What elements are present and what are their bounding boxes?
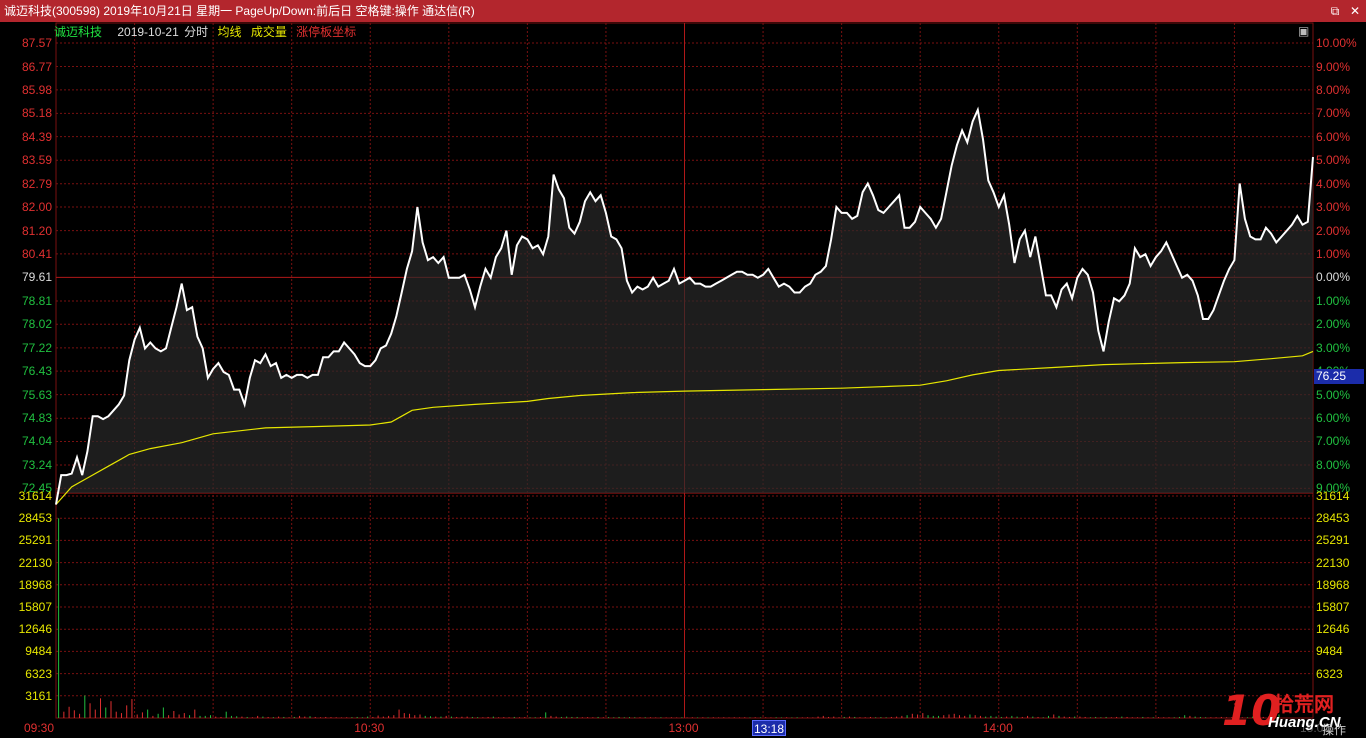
volume-tick-label: 28453 [18, 511, 52, 526]
percent-tick-label: 6.00% [1316, 411, 1351, 426]
chart-mode: 分时 [184, 25, 209, 39]
percent-tick-label: 10.00% [1316, 36, 1357, 50]
volume-tick-label-right: 12646 [1316, 622, 1350, 637]
volume-tick-label: 18968 [18, 577, 52, 592]
volume-tick-label-right: 25291 [1316, 533, 1350, 548]
volume-tick-label: 9484 [25, 644, 52, 659]
volume-tick-label: 12646 [18, 622, 52, 637]
price-tick-label: 74.83 [21, 411, 52, 426]
price-tick-label: 77.22 [21, 340, 52, 355]
ops-label[interactable]: 操作 [1322, 721, 1346, 738]
price-tick-label: 75.63 [21, 387, 52, 402]
volume-tick-label-right: 22130 [1316, 555, 1350, 570]
time-tick-label: 14:00 [982, 721, 1013, 735]
percent-tick-label: 1.00% [1316, 246, 1351, 261]
percent-tick-label: 8.00% [1316, 458, 1351, 473]
info-bar: 诚迈科技 2019-10-21 分时 均线 成交量 涨停板坐标 [54, 23, 362, 41]
percent-tick-label: 1.00% [1316, 293, 1351, 308]
price-tick-label: 83.59 [21, 153, 52, 168]
percent-tick-label: 6.00% [1316, 129, 1351, 144]
cursor-time-tag: 13:18 [752, 720, 786, 736]
volume-tick-label: 3161 [25, 688, 52, 703]
volume-tick-label: 6323 [25, 666, 52, 681]
volume-tick-label: 22130 [18, 555, 52, 570]
volume-tick-label: 25291 [18, 533, 52, 548]
percent-tick-label: 9.00% [1316, 59, 1351, 74]
price-tick-label: 87.57 [21, 36, 52, 50]
volume-tick-label-right: 18968 [1316, 577, 1350, 592]
cursor-price-tag: 76.25 [1314, 369, 1364, 385]
volume-tick-label-right: 6323 [1316, 666, 1343, 681]
price-tick-label: 86.77 [21, 59, 52, 74]
price-tick-label: 80.41 [21, 246, 52, 261]
time-tick-label: 09:30 [24, 721, 55, 735]
percent-tick-label: 5.00% [1316, 387, 1351, 402]
stock-name: 诚迈科技 [54, 25, 103, 39]
price-tick-label: 78.02 [21, 317, 52, 332]
percent-tick-label: 3.00% [1316, 200, 1351, 215]
price-tick-label: 85.98 [21, 82, 52, 97]
price-tick-label: 82.79 [21, 176, 52, 191]
price-tick-label: 84.39 [21, 129, 52, 144]
percent-tick-label: 0.00% [1316, 270, 1351, 285]
avg-line-label[interactable]: 均线 [217, 25, 241, 39]
price-tick-label: 76.43 [21, 364, 52, 379]
panel-toggle-icon[interactable]: ▣ [1298, 24, 1309, 38]
volume-tick-label-right: 28453 [1316, 511, 1350, 526]
percent-tick-label: 7.00% [1316, 106, 1351, 121]
price-tick-label: 79.61 [21, 270, 52, 285]
volume-label[interactable]: 成交量 [251, 25, 287, 39]
percent-tick-label: 5.00% [1316, 153, 1351, 168]
volume-tick-label-right: 15807 [1316, 600, 1350, 614]
chart-date: 2019-10-21 [117, 25, 179, 39]
percent-tick-label: 2.00% [1316, 223, 1351, 238]
percent-tick-label: 4.00% [1316, 176, 1351, 191]
price-tick-label: 73.24 [21, 458, 52, 473]
volume-tick-label: 31614 [18, 489, 52, 503]
limit-coord-label[interactable]: 涨停板坐标 [296, 25, 356, 39]
volume-tick-label: 15807 [18, 600, 52, 614]
intraday-chart[interactable] [0, 0, 1366, 738]
watermark-cn: 拾荒网 [1274, 694, 1334, 716]
percent-tick-label: 2.00% [1316, 317, 1351, 332]
volume-tick-label-right: 31614 [1316, 489, 1350, 503]
price-tick-label: 85.18 [21, 106, 52, 121]
price-tick-label: 78.81 [21, 293, 52, 308]
percent-tick-label: 3.00% [1316, 340, 1351, 355]
time-tick-label: 10:30 [354, 721, 385, 735]
price-tick-label: 82.00 [21, 200, 52, 215]
percent-tick-label: 7.00% [1316, 434, 1351, 449]
percent-tick-label: 8.00% [1316, 82, 1351, 97]
price-tick-label: 81.20 [21, 223, 52, 238]
price-tick-label: 74.04 [21, 434, 52, 449]
volume-tick-label-right: 9484 [1316, 644, 1343, 659]
time-tick-label: 13:00 [668, 721, 699, 735]
